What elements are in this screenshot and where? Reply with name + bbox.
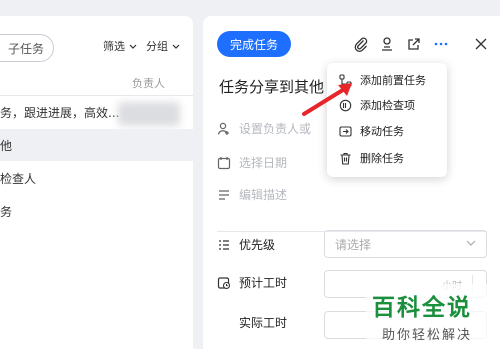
filter-dropdown[interactable]: 筛选 [103,38,137,54]
menu-item-delete-task[interactable]: 删除任务 [339,150,404,166]
owner-avatar-blurred [118,102,180,126]
assignee-field[interactable]: 设置负责人或 [217,120,311,137]
chevron-down-icon [172,44,179,49]
task-row-text: 务 [0,204,13,219]
actual-label: 实际工时 [239,316,288,330]
text-lines-icon [219,189,229,200]
watermark: 百科全说 助你轻松解决 [372,288,496,343]
priority-placeholder: 请选择 [335,237,372,252]
calendar-icon [217,156,231,169]
watermark-sub: 助你轻松解决 [382,328,473,343]
filter-label: 筛选 [103,40,125,53]
group-label: 分组 [146,40,168,53]
priority-label: 优先级 [239,238,276,252]
priority-icon [219,239,229,250]
user-add-icon [217,122,229,135]
estimated-label: 预计工时 [239,276,288,290]
priority-label-row: 优先级 [217,236,275,253]
task-row[interactable]: 务 [0,195,193,227]
date-field[interactable]: 选择日期 [217,154,287,171]
priority-select[interactable]: 请选择 [324,230,487,258]
trash-icon [340,152,351,165]
menu-item-label: 移动任务 [360,125,404,138]
close-icon[interactable] [473,36,489,52]
more-icon[interactable] [433,36,449,52]
actual-label-row: 实际工时 [239,314,287,331]
task-row-text: 检查人 [0,171,37,186]
date-placeholder: 选择日期 [239,156,288,170]
task-row-selected[interactable]: 他 [0,129,193,161]
task-row-text: 务，跟进进展，高效... [0,105,120,120]
subtask-button[interactable]: 子任务 [0,34,54,62]
group-dropdown[interactable]: 分组 [146,38,180,54]
open-external-icon[interactable] [406,36,422,52]
task-row-text: 他 [0,138,13,153]
timer-icon [217,276,231,289]
move-icon [339,125,352,137]
task-row[interactable]: 检查人 [0,162,193,194]
description-field[interactable]: 编辑描述 [217,186,287,203]
watermark-main: 百科全说 [372,295,472,321]
menu-item-label: 删除任务 [360,152,404,165]
estimated-label-row: 预计工时 [217,274,287,291]
chevron-down-icon [466,240,476,246]
pin-user-icon[interactable] [379,36,395,52]
assignee-placeholder: 设置负责人或 [239,122,312,136]
owner-column-header: 负责人 [132,77,165,90]
chevron-down-icon [129,44,136,49]
attachment-icon[interactable] [353,36,369,52]
menu-item-label: 添加检查项 [360,99,415,112]
complete-task-button[interactable]: 完成任务 [217,31,291,57]
task-list-panel: 子任务 筛选 分组 负责人 务，跟进进展，高效... 他 检查人 务 [0,16,193,349]
menu-item-move-task[interactable]: 移动任务 [339,123,404,139]
description-placeholder: 编辑描述 [239,188,288,202]
menu-item-label: 添加前置任务 [360,74,426,87]
annotation-arrow [302,83,352,116]
